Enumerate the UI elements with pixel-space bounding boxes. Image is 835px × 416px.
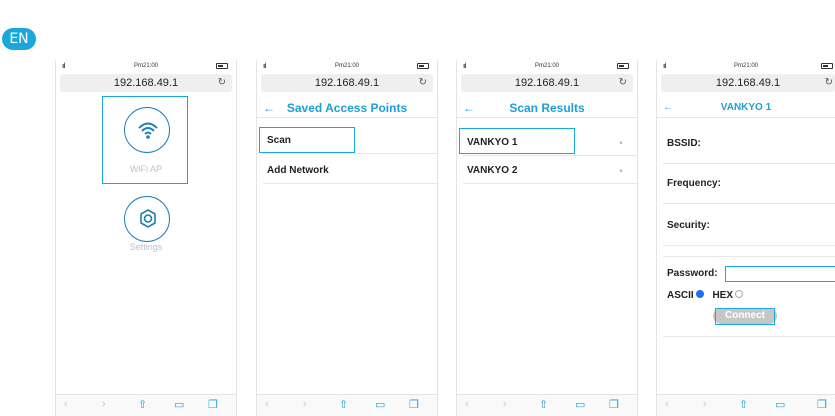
reload-icon[interactable]: ↻ (825, 74, 833, 92)
share-icon[interactable]: ⇧ (539, 398, 548, 411)
url-bar[interactable]: 192.168.49.1 ↻ (661, 74, 835, 92)
wifi-signal-icon: ◔ (617, 166, 623, 176)
back-arrow-icon[interactable]: ← (263, 98, 275, 118)
forward-nav-icon[interactable]: › (303, 398, 307, 410)
wifi-ap-label: WiFi AP (129, 164, 162, 174)
share-icon[interactable]: ⇧ (339, 398, 348, 411)
reload-icon[interactable]: ↻ (419, 74, 427, 92)
reload-icon[interactable]: ↻ (619, 74, 627, 92)
tabs-icon[interactable]: ❐ (609, 398, 619, 411)
status-bar: ııl Pm21:00 (657, 60, 835, 74)
browser-toolbar: ‹ › ⇧ ▭ ❐ (657, 394, 835, 416)
bookmarks-icon[interactable]: ▭ (174, 398, 184, 411)
tabs-icon[interactable]: ❐ (409, 398, 419, 411)
share-icon[interactable]: ⇧ (138, 398, 147, 411)
security-label: Security: (667, 220, 710, 231)
ascii-label: ASCII (667, 290, 694, 301)
wifi-icon (138, 122, 158, 139)
divider (663, 336, 835, 337)
url-text: 192.168.49.1 (715, 77, 781, 89)
divider (663, 256, 835, 257)
hex-label: HEX (712, 290, 734, 301)
status-bar: ııl Pm21:00 (56, 60, 236, 74)
url-text: 192.168.49.1 (314, 77, 380, 89)
list-item-add-network[interactable]: Add Network (263, 158, 437, 184)
security-row: Security: (663, 206, 835, 246)
forward-nav-icon[interactable]: › (503, 398, 507, 410)
status-bar: ııl Pm21:00 (457, 60, 637, 74)
wifi-signal-icon: ◔ (617, 138, 623, 148)
url-text: 192.168.49.1 (514, 77, 580, 89)
password-input[interactable] (725, 266, 835, 282)
back-arrow-icon[interactable]: ← (663, 98, 673, 118)
url-bar[interactable]: 192.168.49.1 ↻ (261, 74, 433, 92)
status-time: Pm21:00 (534, 63, 559, 69)
bssid-row: BSSID: (663, 124, 835, 164)
status-time: Pm21:00 (133, 63, 158, 69)
battery-icon (216, 63, 228, 69)
wifi-ap-button[interactable] (124, 107, 170, 153)
hex-radio[interactable] (735, 290, 744, 299)
bookmarks-icon[interactable]: ▭ (575, 398, 585, 411)
gear-icon (140, 209, 156, 228)
back-arrow-icon[interactable]: ← (463, 98, 475, 118)
vankyo1-highlight (459, 128, 575, 154)
page-title: Scan Results (509, 101, 585, 115)
tabs-icon[interactable]: ❐ (208, 398, 218, 411)
phone-network-detail: ııl Pm21:00 192.168.49.1 ↻ ← VANKYO 1 BS… (656, 60, 835, 416)
browser-toolbar: ‹ › ⇧ ▭ ❐ (457, 394, 637, 416)
battery-icon (617, 63, 629, 69)
phone-saved-access-points: ııl Pm21:00 192.168.49.1 ↻ ← Saved Acces… (256, 60, 438, 416)
connect-highlight (715, 308, 775, 325)
list-item-network[interactable]: VANKYO 2 ◔ (463, 158, 637, 184)
browser-toolbar: ‹ › ⇧ ▭ ❐ (56, 394, 236, 416)
tabs-icon[interactable]: ❐ (817, 398, 827, 411)
back-nav-icon[interactable]: ‹ (465, 398, 469, 410)
list-item-label: Add Network (267, 165, 329, 176)
bssid-label: BSSID: (667, 138, 701, 149)
nav-header: ← VANKYO 1 (657, 98, 835, 118)
share-icon[interactable]: ⇧ (739, 398, 748, 411)
ascii-radio[interactable] (695, 290, 704, 299)
bookmarks-icon[interactable]: ▭ (775, 398, 785, 411)
frequency-label: Frequency: (667, 178, 721, 189)
settings-label: Settings (129, 242, 163, 252)
phone-home: ııl Pm21:00 192.168.49.1 ↻ WiFi AP Setti… (55, 60, 237, 416)
url-bar[interactable]: 192.168.49.1 ↻ (60, 74, 232, 92)
battery-icon (417, 63, 429, 69)
nav-header: ← Scan Results (457, 98, 637, 118)
forward-nav-icon[interactable]: › (102, 398, 106, 410)
browser-toolbar: ‹ › ⇧ ▭ ❐ (257, 394, 437, 416)
reload-icon[interactable]: ↻ (218, 74, 226, 92)
bookmarks-icon[interactable]: ▭ (375, 398, 385, 411)
encoding-options: ASCII HEX (667, 290, 749, 301)
nav-header: ← Saved Access Points (257, 98, 437, 118)
status-time: Pm21:00 (334, 63, 359, 69)
status-time: Pm21:00 (733, 63, 758, 69)
phone-scan-results: ııl Pm21:00 192.168.49.1 ↻ ← Scan Result… (456, 60, 638, 416)
settings-button[interactable] (124, 196, 170, 242)
language-badge[interactable]: EN (2, 28, 36, 50)
page-title: Saved Access Points (286, 101, 408, 115)
back-nav-icon[interactable]: ‹ (265, 398, 269, 410)
back-nav-icon[interactable]: ‹ (64, 398, 68, 410)
battery-icon (821, 63, 833, 69)
page-title: VANKYO 1 (720, 102, 772, 113)
frequency-row: Frequency: (663, 164, 835, 204)
network-name: VANKYO 2 (467, 165, 518, 176)
url-text: 192.168.49.1 (113, 77, 179, 89)
status-bar: ııl Pm21:00 (257, 60, 437, 74)
password-label: Password: (667, 268, 718, 279)
back-nav-icon[interactable]: ‹ (665, 398, 669, 410)
url-bar[interactable]: 192.168.49.1 ↻ (461, 74, 633, 92)
scan-highlight (259, 127, 355, 153)
forward-nav-icon[interactable]: › (703, 398, 707, 410)
